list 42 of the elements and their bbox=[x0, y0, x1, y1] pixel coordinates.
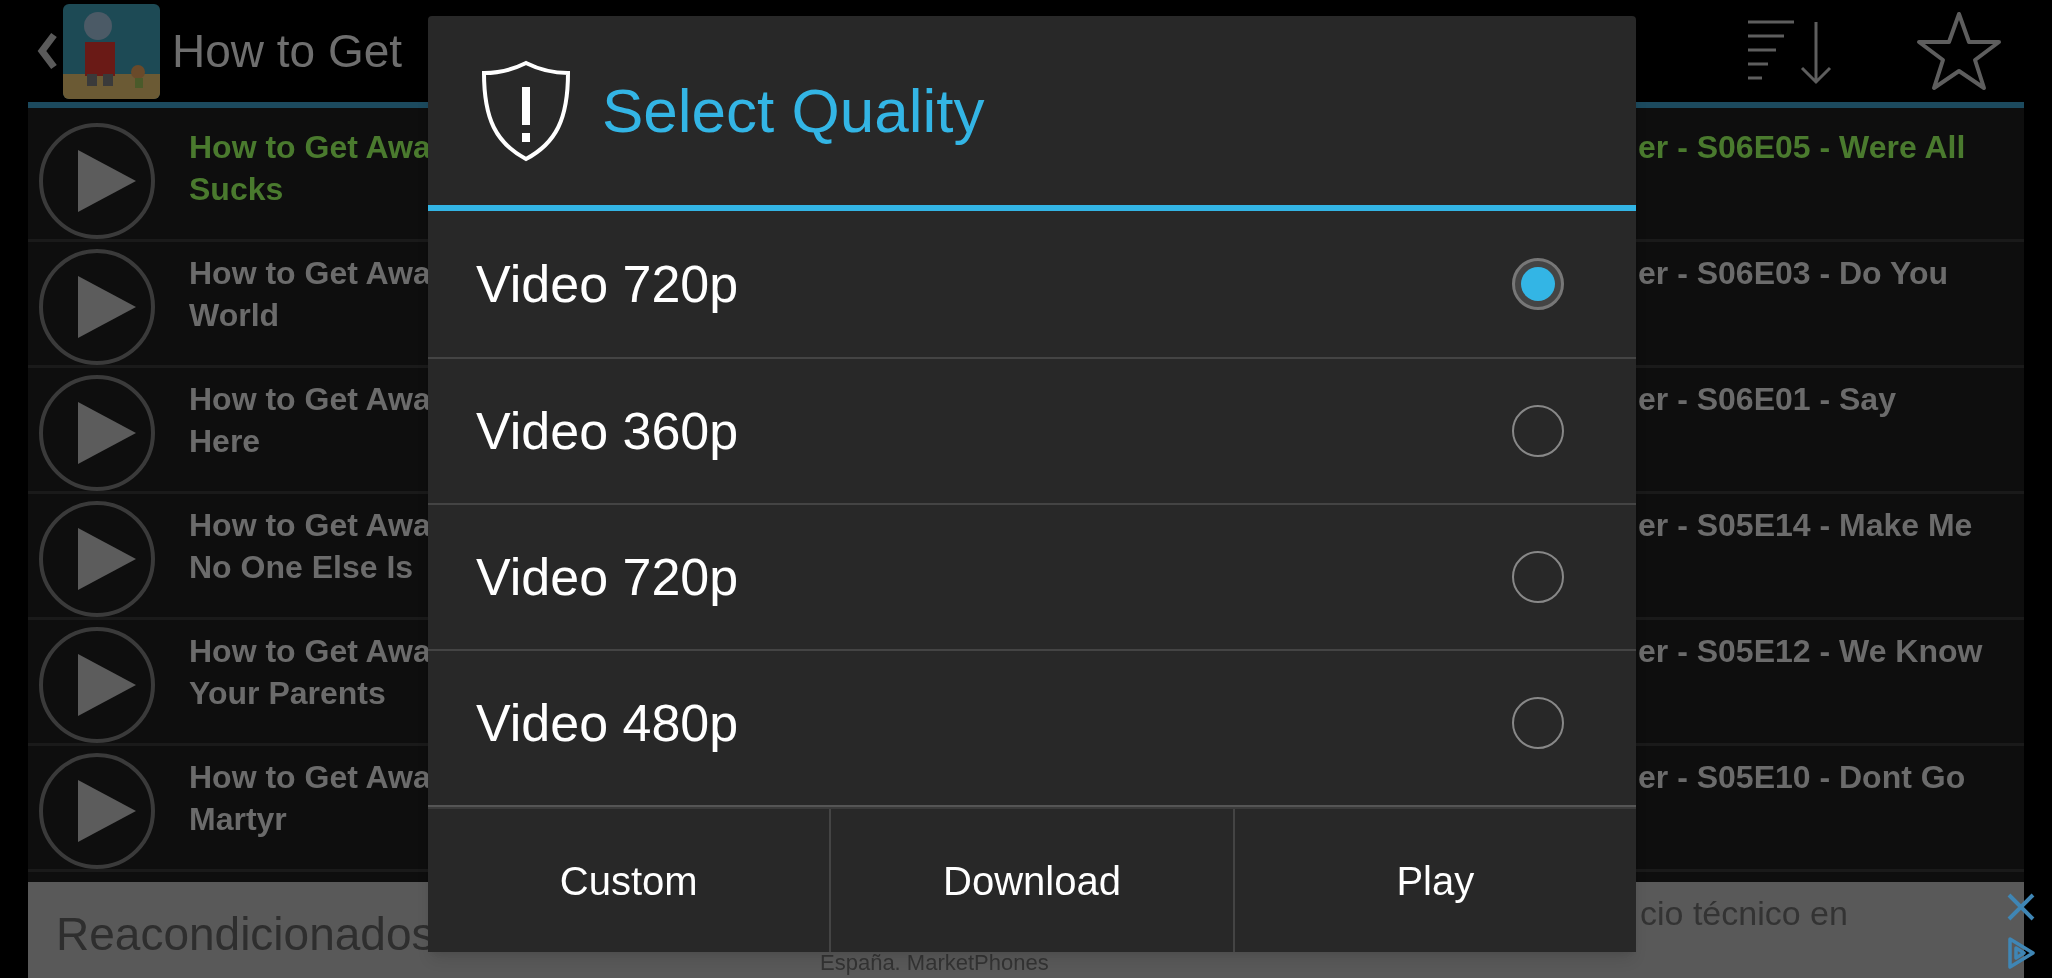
dialog-button[interactable]: Custom bbox=[428, 809, 830, 952]
episode-title: How to Get Awa bbox=[189, 380, 431, 419]
radio-button[interactable] bbox=[1512, 405, 1564, 457]
episode-title: er - S05E12 - We Know bbox=[1638, 632, 1983, 671]
close-icon[interactable] bbox=[2006, 892, 2036, 922]
quality-option[interactable]: Video 480p bbox=[476, 684, 1512, 762]
play-icon[interactable] bbox=[38, 626, 156, 744]
episode-title: er - S06E05 - Were All bbox=[1638, 128, 1966, 167]
play-icon[interactable] bbox=[38, 122, 156, 240]
dialog-button[interactable]: Download bbox=[829, 809, 1233, 952]
star-icon[interactable] bbox=[1916, 11, 2002, 91]
shield-icon bbox=[480, 58, 572, 163]
episode-title: How to Get Awa bbox=[189, 128, 431, 167]
episode-title: er - S06E01 - Say bbox=[1638, 380, 1896, 419]
episode-title: How to Get Awa bbox=[189, 506, 431, 545]
play-icon[interactable] bbox=[38, 374, 156, 492]
episode-title: Sucks bbox=[189, 170, 285, 209]
episode-title: Martyr bbox=[189, 800, 288, 839]
radio-button[interactable] bbox=[1512, 697, 1564, 749]
episode-title: How to Get Awa bbox=[189, 758, 431, 797]
episode-title: How to Get Awa bbox=[189, 632, 431, 671]
ad-choices-icon[interactable] bbox=[2006, 936, 2036, 970]
play-icon[interactable] bbox=[38, 248, 156, 366]
dialog-title: Select Quality bbox=[602, 75, 985, 147]
radio-button[interactable] bbox=[1512, 551, 1564, 603]
quality-option[interactable]: Video 720p bbox=[476, 245, 1512, 323]
episode-title: er - S05E14 - Make Me bbox=[1638, 506, 1973, 545]
episode-title: No One Else Is bbox=[189, 548, 415, 587]
episode-title: Your Parents bbox=[189, 674, 387, 713]
dialog-button[interactable]: Play bbox=[1232, 809, 1636, 952]
episode-title: World bbox=[189, 296, 281, 335]
play-icon[interactable] bbox=[38, 500, 156, 618]
screen-title: How to Get bbox=[172, 23, 403, 79]
quality-option[interactable]: Video 720p bbox=[476, 538, 1512, 616]
episode-title: How to Get Awa bbox=[189, 254, 431, 293]
radio-button[interactable] bbox=[1512, 258, 1564, 310]
play-icon[interactable] bbox=[38, 752, 156, 870]
episode-title: er - S05E10 - Dont Go bbox=[1638, 758, 1966, 797]
episode-title: er - S06E03 - Do You bbox=[1638, 254, 1949, 293]
back-icon[interactable] bbox=[36, 31, 58, 71]
episode-title: Here bbox=[189, 422, 262, 461]
quality-option[interactable]: Video 360p bbox=[476, 392, 1512, 470]
